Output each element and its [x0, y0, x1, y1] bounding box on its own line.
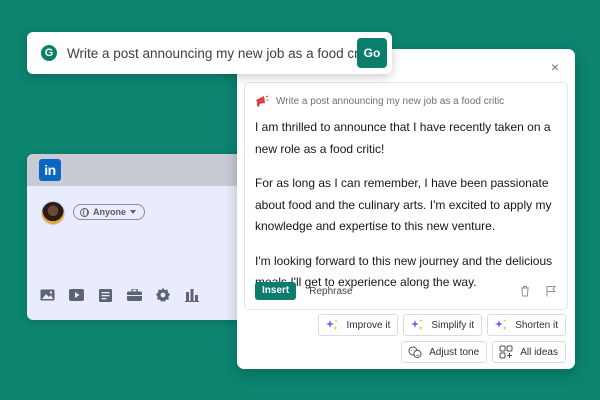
- chip-label: Adjust tone: [429, 346, 480, 358]
- chip-label: All ideas: [520, 346, 558, 358]
- suggestion-panel: × Write a post announcing my new job as …: [237, 49, 575, 369]
- simplify-it-button[interactable]: Simplify it: [403, 314, 483, 336]
- chart-icon[interactable]: [184, 288, 200, 302]
- suggestion-chips: Improve it Simplify it Shorten it Adjust…: [318, 314, 566, 363]
- photo-icon[interactable]: [39, 288, 55, 302]
- document-icon[interactable]: [97, 288, 113, 302]
- close-icon[interactable]: ×: [549, 60, 561, 74]
- flag-icon[interactable]: [545, 285, 557, 297]
- go-button[interactable]: Go: [357, 38, 387, 68]
- tone-faces-icon: [408, 346, 422, 359]
- chip-label: Simplify it: [431, 319, 475, 331]
- result-card: Write a post announcing my new job as a …: [244, 82, 568, 310]
- badge-icon[interactable]: [155, 288, 171, 302]
- avatar[interactable]: [41, 201, 65, 225]
- grammarly-logo-icon: G: [41, 45, 57, 61]
- result-header: Write a post announcing my new job as a …: [255, 95, 557, 107]
- shorten-it-button[interactable]: Shorten it: [487, 314, 566, 336]
- generated-text: I am thrilled to announce that I have re…: [255, 117, 557, 294]
- globe-icon: [80, 207, 89, 217]
- rephrase-button[interactable]: Rephrase: [309, 286, 352, 297]
- chevron-down-icon: [130, 210, 137, 214]
- video-icon[interactable]: [68, 288, 84, 302]
- audience-selector[interactable]: Anyone: [73, 204, 146, 220]
- sparkle-icon: [411, 319, 423, 330]
- prompt-bar: G Write a post announcing my new job as …: [27, 32, 392, 74]
- all-ideas-button[interactable]: All ideas: [492, 341, 566, 363]
- chip-label: Improve it: [346, 319, 391, 331]
- megaphone-icon: [256, 95, 269, 107]
- briefcase-icon[interactable]: [126, 288, 142, 302]
- chip-label: Shorten it: [515, 319, 558, 331]
- linkedin-header: in: [27, 154, 271, 186]
- linkedin-logo: in: [39, 159, 61, 181]
- composer-toolbar: [39, 288, 200, 302]
- linkedin-composer: in Anyone: [27, 154, 271, 320]
- trash-icon[interactable]: [519, 285, 531, 297]
- audience-label: Anyone: [93, 207, 127, 217]
- prompt-input[interactable]: Write a post announcing my new job as a …: [67, 46, 357, 61]
- grid-plus-icon: [499, 345, 513, 359]
- paragraph: For as long as I can remember, I have be…: [255, 176, 552, 233]
- result-prompt: Write a post announcing my new job as a …: [276, 95, 505, 107]
- sparkle-icon: [326, 319, 339, 330]
- paragraph: I am thrilled to announce that I have re…: [255, 120, 551, 156]
- sparkle-icon: [495, 319, 507, 330]
- adjust-tone-button[interactable]: Adjust tone: [401, 341, 488, 363]
- result-actions: Insert Rephrase: [255, 282, 557, 300]
- improve-it-button[interactable]: Improve it: [318, 314, 399, 336]
- insert-button[interactable]: Insert: [255, 282, 297, 300]
